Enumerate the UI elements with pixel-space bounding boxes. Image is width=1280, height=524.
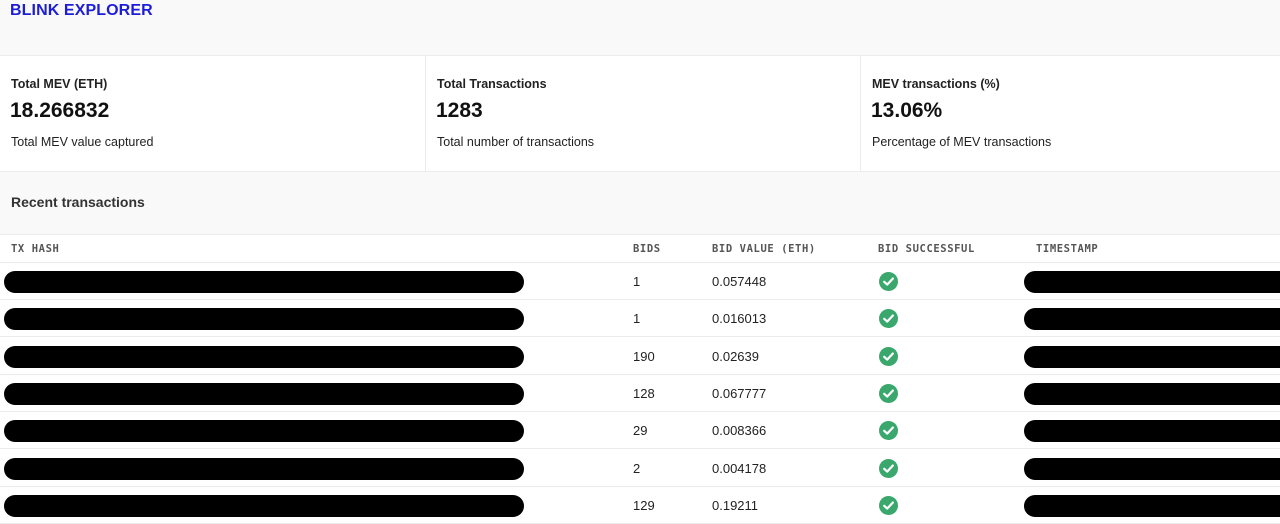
- bid-value-cell: 0.057448: [712, 274, 767, 289]
- bids-cell: 1: [633, 311, 641, 327]
- check-circle-icon: [879, 421, 898, 441]
- recent-transactions-section: Recent transactions: [0, 172, 1280, 235]
- section-title: Recent transactions: [11, 194, 145, 210]
- table-row[interactable]: 129 0.19211: [0, 486, 1280, 524]
- stat-card-total-mev: Total MEV (ETH) 18.266832 Total MEV valu…: [0, 56, 426, 172]
- tx-hash-redacted: [4, 308, 524, 331]
- table-row[interactable]: 1 0.057448: [0, 263, 1280, 300]
- tx-hash-redacted: [4, 382, 524, 405]
- stat-label: Total Transactions: [437, 77, 547, 91]
- tx-hash-redacted: [4, 457, 524, 480]
- timestamp-redacted: [1024, 457, 1280, 480]
- tx-hash-redacted: [4, 420, 524, 443]
- bids-cell: 2: [633, 460, 641, 476]
- stat-label: Total MEV (ETH): [11, 77, 108, 91]
- stat-card-total-transactions: Total Transactions 1283 Total number of …: [426, 56, 861, 172]
- stat-description: Total number of transactions: [437, 135, 595, 149]
- bid-value-cell: 0.008366: [712, 423, 767, 439]
- timestamp-redacted: [1024, 420, 1280, 443]
- check-circle-icon: [879, 383, 898, 403]
- bids-cell: 128: [633, 385, 655, 401]
- stat-value: 1283: [436, 99, 483, 122]
- table-row[interactable]: 29 0.008366: [0, 412, 1280, 450]
- table-row[interactable]: 128 0.067777: [0, 374, 1280, 412]
- tx-hash-redacted: [4, 271, 524, 293]
- stats-panel: Total MEV (ETH) 18.266832 Total MEV valu…: [0, 56, 1280, 172]
- brand-link[interactable]: BLINK EXPLORER: [10, 2, 153, 20]
- timestamp-redacted: [1024, 494, 1280, 517]
- table-row[interactable]: 2 0.004178: [0, 449, 1280, 487]
- column-header-bids: BIDS: [633, 243, 661, 255]
- bid-value-cell: 0.067777: [712, 385, 767, 401]
- column-header-bid-successful: BID SUCCESSFUL: [878, 243, 975, 255]
- stat-card-mev-percentage: MEV transactions (%) 13.06% Percentage o…: [861, 56, 1280, 172]
- bid-value-cell: 0.02639: [712, 348, 759, 364]
- top-header: BLINK EXPLORER: [0, 0, 1280, 56]
- bids-cell: 29: [633, 423, 648, 439]
- table-row[interactable]: 190 0.02639: [0, 337, 1280, 375]
- timestamp-redacted: [1024, 345, 1280, 368]
- table-row[interactable]: 1 0.016013: [0, 300, 1280, 338]
- bids-cell: 1: [633, 274, 641, 289]
- check-circle-icon: [879, 309, 898, 329]
- bid-value-cell: 0.016013: [712, 311, 767, 327]
- stat-description: Total MEV value captured: [11, 135, 154, 149]
- column-header-timestamp: TIMESTAMP: [1036, 243, 1099, 255]
- tx-hash-redacted: [4, 494, 524, 517]
- bids-cell: 129: [633, 497, 655, 513]
- stat-description: Percentage of MEV transactions: [872, 135, 1052, 149]
- check-circle-icon: [879, 272, 898, 291]
- stat-label: MEV transactions (%): [872, 77, 1000, 91]
- check-circle-icon: [879, 495, 898, 515]
- table-header: TX HASH BIDS BID VALUE (ETH) BID SUCCESS…: [0, 235, 1280, 263]
- check-circle-icon: [879, 458, 898, 478]
- bids-cell: 190: [633, 348, 655, 364]
- column-header-bid-value: BID VALUE (ETH): [712, 243, 816, 255]
- stat-value: 18.266832: [10, 99, 110, 122]
- check-circle-icon: [879, 346, 898, 366]
- timestamp-redacted: [1024, 271, 1280, 293]
- bid-value-cell: 0.19211: [712, 497, 759, 513]
- bid-value-cell: 0.004178: [712, 460, 767, 476]
- tx-hash-redacted: [4, 345, 524, 368]
- column-header-tx-hash: TX HASH: [11, 243, 60, 255]
- timestamp-redacted: [1024, 308, 1280, 331]
- stat-value: 13.06%: [871, 99, 943, 122]
- timestamp-redacted: [1024, 382, 1280, 405]
